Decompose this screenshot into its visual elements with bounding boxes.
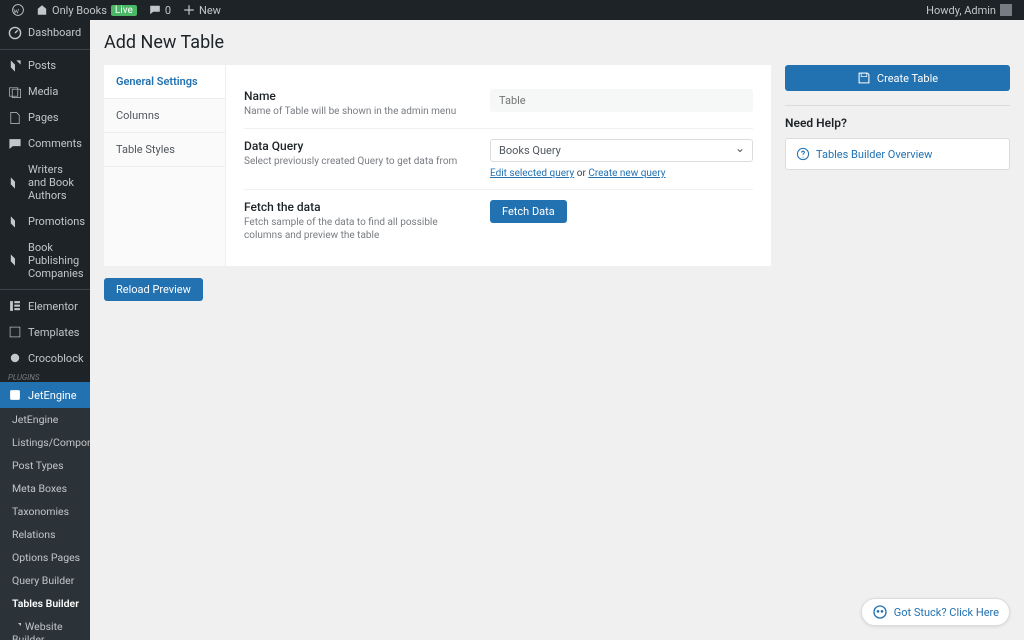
page-title: Add New Table [104,32,1010,53]
stuck-label: Got Stuck? Click Here [894,606,999,619]
edit-query-link[interactable]: Edit selected query [490,168,574,179]
comments-count: 0 [165,4,171,17]
site-name: Only Books [52,4,107,17]
menu-pages[interactable]: Pages [0,105,90,131]
create-query-link[interactable]: Create new query [588,168,665,179]
settings-panel: General Settings Columns Table Styles Na… [104,65,771,266]
question-icon [796,147,810,161]
chat-icon [872,604,888,620]
name-label: Name [244,89,474,103]
help-title: Need Help? [785,116,1010,130]
field-fetch: Fetch the data Fetch sample of the data … [244,190,753,252]
tab-columns[interactable]: Columns [104,99,225,133]
menu-label: Posts [28,59,56,72]
user-greeting[interactable]: Howdy, Admin [922,4,1016,17]
menu-label: Media [28,85,58,98]
submenu-posttypes[interactable]: Post Types [0,454,90,477]
query-desc: Select previously created Query to get d… [244,155,474,168]
name-desc: Name of Table will be shown in the admin… [244,105,474,118]
live-badge: Live [111,5,137,16]
comments-link[interactable]: 0 [145,4,175,17]
menu-section-hint: PLUGINS [0,371,90,382]
new-link[interactable]: New [179,4,225,17]
query-select[interactable]: Books Query [490,139,753,162]
avatar [1000,4,1012,16]
menu-elementor[interactable]: Elementor [0,293,90,319]
help-link[interactable]: Tables Builder Overview [785,138,1010,170]
query-label: Data Query [244,139,474,153]
submenu-relations[interactable]: Relations [0,523,90,546]
reload-preview-button[interactable]: Reload Preview [104,278,203,301]
menu-jetengine[interactable]: JetEngine [0,382,90,408]
settings-tabs: General Settings Columns Table Styles [104,65,226,266]
create-table-button[interactable]: Create Table [785,65,1010,91]
submenu-tablesbuilder[interactable]: Tables Builder [0,592,90,615]
name-input[interactable] [490,89,753,112]
menu-templates[interactable]: Templates [0,319,90,345]
help-link-text: Tables Builder Overview [816,148,932,161]
divider [785,105,1010,106]
panel-body: Name Name of Table will be shown in the … [226,65,771,266]
menu-writers[interactable]: Writers and Book Authors [0,157,90,209]
menu-comments[interactable]: Comments [0,131,90,157]
submenu-metaboxes[interactable]: Meta Boxes [0,477,90,500]
field-query: Data Query Select previously created Que… [244,129,753,190]
menu-dashboard[interactable]: Dashboard [0,20,90,46]
menu-label: Templates [28,326,79,339]
admin-bar: Only Books Live 0 New Howdy, Admin [0,0,1024,20]
field-name: Name Name of Table will be shown in the … [244,79,753,129]
tab-general[interactable]: General Settings [104,65,225,99]
menu-label: JetEngine [28,389,77,402]
got-stuck-button[interactable]: Got Stuck? Click Here [861,598,1010,626]
menu-label: Crocoblock [28,352,84,365]
menu-label: Promotions [28,215,85,228]
sidebar-right: Create Table Need Help? Tables Builder O… [785,65,1010,170]
tab-styles[interactable]: Table Styles [104,133,225,167]
menu-separator [0,49,90,50]
page-content: Add New Table General Settings Columns T… [90,20,1024,640]
new-label: New [199,4,221,17]
wp-logo[interactable] [8,4,28,16]
jetengine-submenu: JetEngine Listings/Components Post Types… [0,408,90,640]
submenu-options[interactable]: Options Pages [0,546,90,569]
menu-separator [0,289,90,290]
submenu-websitebuilder[interactable]: Website Builder [0,615,90,640]
save-icon [857,71,871,85]
menu-posts[interactable]: Posts [0,53,90,79]
menu-label: Comments [28,137,82,150]
fetch-data-button[interactable]: Fetch Data [490,200,567,223]
submenu-querybuilder[interactable]: Query Builder [0,569,90,592]
menu-media[interactable]: Media [0,79,90,105]
submenu-jetengine[interactable]: JetEngine [0,408,90,431]
menu-publishing[interactable]: Book Publishing Companies [0,235,90,287]
fetch-desc: Fetch sample of the data to find all pos… [244,216,474,242]
fetch-label: Fetch the data [244,200,474,214]
admin-sidebar: Dashboard Posts Media Pages Comments Wri… [0,20,90,640]
submenu-taxonomies[interactable]: Taxonomies [0,500,90,523]
submenu-listings[interactable]: Listings/Components [0,431,90,454]
menu-label: Dashboard [28,26,81,39]
menu-label: Writers and Book Authors [28,163,82,203]
menu-label: Pages [28,111,59,124]
create-label: Create Table [877,72,938,85]
menu-label: Book Publishing Companies [28,241,84,281]
greeting-text: Howdy, Admin [926,4,996,17]
site-link[interactable]: Only Books Live [32,4,141,17]
menu-label: Elementor [28,300,78,313]
menu-promotions[interactable]: Promotions [0,209,90,235]
menu-crocoblock[interactable]: Crocoblock [0,345,90,371]
or-text: or [577,168,586,179]
